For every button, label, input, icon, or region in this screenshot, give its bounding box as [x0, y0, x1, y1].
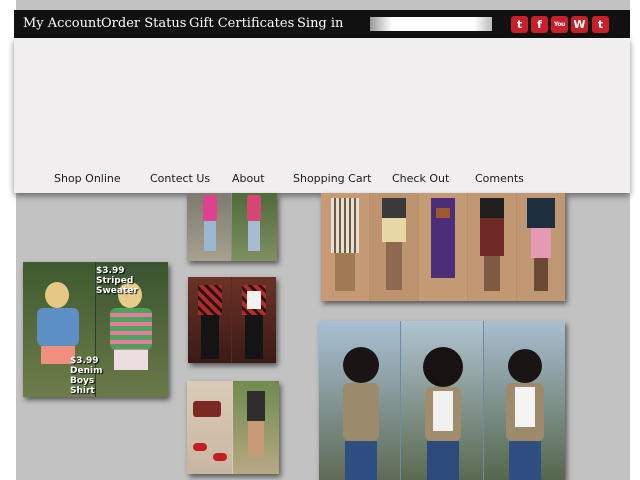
photo-pane	[319, 321, 400, 480]
photo-pane	[321, 193, 369, 301]
shirt-label-1: Denim	[70, 366, 103, 376]
figure-legs	[386, 242, 402, 290]
figure-skirt	[331, 198, 359, 253]
photo-pane	[468, 193, 516, 301]
nav-shop-online[interactable]: Shop Online	[54, 172, 121, 185]
figure-hair	[508, 349, 542, 383]
figure-skirt	[480, 218, 504, 256]
photo-pane	[187, 381, 232, 474]
figure-top	[247, 195, 261, 221]
shirt-price: $3.99	[70, 356, 99, 366]
figure-shoe	[213, 453, 227, 461]
photo-pane	[232, 277, 276, 363]
promo-photo[interactable]: $3.99 Striped Sweater $3.99 Denim Boys S…	[23, 262, 168, 397]
figure-hair	[423, 347, 463, 387]
figure-legs	[248, 221, 260, 251]
nav-about[interactable]: About	[232, 172, 265, 185]
figure-top	[382, 198, 406, 218]
wordpress-icon[interactable]: W	[571, 16, 588, 33]
figure-jacket	[343, 383, 379, 441]
figure-top	[480, 198, 504, 218]
figure-legs	[335, 253, 355, 291]
figure-shoe	[193, 443, 207, 451]
figure-legs	[201, 315, 219, 359]
nav-comments[interactable]: Coments	[475, 172, 524, 185]
photo-pane	[517, 193, 565, 301]
tumblr-icon[interactable]: t	[592, 16, 609, 33]
youtube-icon[interactable]: You Tube	[551, 16, 568, 33]
outfit-photo-1[interactable]	[187, 193, 277, 261]
figure-legs	[204, 221, 216, 251]
nav-shopping-cart[interactable]: Shopping Cart	[293, 172, 371, 185]
photo-pane	[188, 277, 231, 363]
figure-skirt	[531, 228, 551, 258]
outfit-photo-2[interactable]	[321, 193, 565, 301]
figure-clutch	[193, 401, 221, 417]
figure-head	[45, 282, 69, 308]
figure-legs	[245, 315, 263, 359]
figure-tee	[515, 387, 535, 427]
figure-jeans	[345, 441, 377, 480]
sweater-label-2: Sweater	[96, 286, 138, 296]
figure-jeans	[509, 441, 541, 480]
figure-jacket	[527, 198, 555, 228]
sweater-price: $3.99	[96, 266, 125, 276]
figure-jeans	[427, 441, 459, 480]
figure-legs	[484, 256, 500, 291]
figure-plaid-shirt	[198, 285, 222, 315]
sign-in-link[interactable]: Sing in	[297, 16, 343, 31]
figure-top	[247, 391, 265, 421]
my-account-link[interactable]: My Account	[23, 16, 102, 31]
photo-pane	[401, 321, 483, 480]
twitter-icon[interactable]: t	[511, 16, 528, 33]
outfit-photo-5[interactable]	[319, 321, 565, 480]
photo-pane	[232, 193, 277, 261]
order-status-link[interactable]: Order Status	[101, 16, 186, 31]
figure-shorts	[382, 218, 406, 242]
outfit-photo-4[interactable]	[187, 381, 279, 474]
figure-top	[203, 195, 217, 221]
photo-pane	[484, 321, 565, 480]
shirt-label-2: Boys	[70, 376, 95, 386]
nav-check-out[interactable]: Check Out	[392, 172, 449, 185]
figure-bag	[436, 208, 450, 218]
figure-shirt	[37, 308, 79, 346]
photo-pane	[419, 193, 467, 301]
shirt-label-3: Shirt	[70, 386, 95, 396]
figure-legs	[534, 258, 548, 291]
header-panel: Shop Online Contect Us About Shopping Ca…	[14, 38, 630, 193]
photo-pane	[233, 381, 279, 474]
figure-tee	[433, 391, 453, 431]
search-input[interactable]	[370, 17, 492, 31]
figure-legs	[248, 421, 264, 457]
figure-tee	[247, 291, 261, 309]
gift-certificates-link[interactable]: Gift Certificates	[189, 16, 294, 31]
figure-shorts	[114, 350, 148, 370]
sweater-label-1: Striped	[96, 276, 134, 286]
figure-hair	[343, 347, 379, 383]
facebook-icon[interactable]: f	[531, 16, 548, 33]
nav-contact-us[interactable]: Contect Us	[150, 172, 210, 185]
figure-sweater	[110, 308, 152, 350]
photo-pane	[370, 193, 418, 301]
outfit-photo-3[interactable]	[188, 277, 276, 363]
photo-pane	[187, 193, 231, 261]
